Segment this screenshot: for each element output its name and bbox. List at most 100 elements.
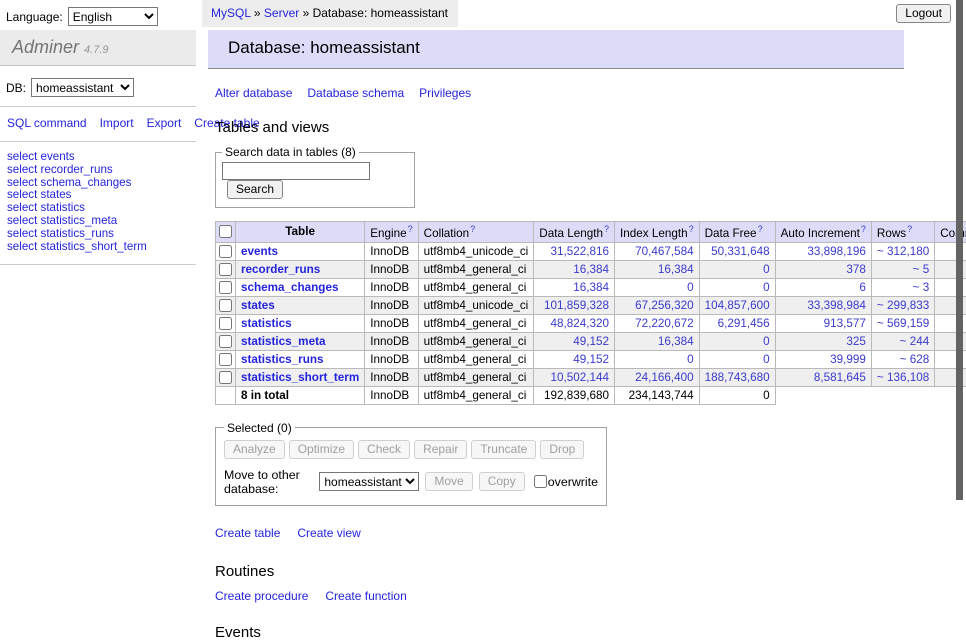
routine-link-create-procedure[interactable]: Create procedure	[215, 589, 308, 603]
db-select[interactable]: homeassistant	[31, 78, 134, 97]
language-label: Language:	[6, 10, 63, 24]
table-link-states[interactable]: states	[41, 188, 72, 201]
engine-cell: InnoDB	[365, 350, 418, 368]
routine-link-create-function[interactable]: Create function	[325, 589, 406, 603]
select-all-checkbox[interactable]	[219, 225, 232, 238]
table-name-cell: schema_changes	[236, 278, 365, 296]
table-link-statistics-meta[interactable]: statistics_meta	[41, 214, 118, 227]
auto-increment-cell: 33,898,196	[775, 242, 871, 260]
move-button[interactable]: Move	[425, 472, 472, 491]
column-label: Auto Increment	[781, 227, 860, 240]
table-link-statistics[interactable]: statistics	[41, 201, 85, 214]
main-content: Database: homeassistant Alter databaseDa…	[208, 30, 904, 641]
help-link[interactable]: ?	[604, 224, 609, 234]
select-link-statistics-meta[interactable]: select	[7, 214, 37, 227]
truncate-button[interactable]: Truncate	[471, 440, 536, 459]
table-name-link[interactable]: statistics_runs	[241, 353, 324, 366]
column-label: Collation	[424, 227, 469, 240]
help-link[interactable]: ?	[470, 224, 475, 234]
select-link-events[interactable]: select	[7, 150, 37, 163]
table-row-schema-changes: schema_changesInnoDButf8mb4_general_ci16…	[216, 278, 966, 296]
rows-cell: ~ 136,108	[871, 368, 934, 386]
table-link-events[interactable]: events	[41, 150, 75, 163]
table-name-link[interactable]: statistics	[241, 317, 292, 330]
help-link[interactable]: ?	[861, 224, 866, 234]
table-row-statistics-short-term: statistics_short_termInnoDButf8mb4_gener…	[216, 368, 966, 386]
table-name-link[interactable]: states	[241, 299, 275, 312]
table-row-states: statesInnoDButf8mb4_unicode_ci101,859,32…	[216, 296, 966, 314]
data-length-cell: 49,152	[534, 332, 615, 350]
table-link-statistics-runs[interactable]: statistics_runs	[41, 227, 114, 240]
db-link-alter-database[interactable]: Alter database	[215, 86, 292, 100]
analyze-button[interactable]: Analyze	[224, 440, 285, 459]
table-row-events: eventsInnoDButf8mb4_unicode_ci31,522,816…	[216, 242, 966, 260]
data-length-cell: 49,152	[534, 350, 615, 368]
row-checkbox[interactable]	[219, 353, 232, 366]
help-link[interactable]: ?	[689, 224, 694, 234]
select-link-states[interactable]: select	[7, 188, 37, 201]
auto-increment-cell: 325	[775, 332, 871, 350]
drop-button[interactable]: Drop	[540, 440, 584, 459]
row-checkbox[interactable]	[219, 299, 232, 312]
breadcrumb-link-mysql[interactable]: MySQL	[211, 6, 251, 20]
row-checkbox[interactable]	[219, 263, 232, 276]
table-name-link[interactable]: events	[241, 245, 278, 258]
move-db-select[interactable]: homeassistant	[319, 472, 419, 491]
move-label: Move to other database:	[224, 468, 313, 496]
total-data-length-cell: 192,839,680	[534, 386, 615, 404]
create-link-create-table[interactable]: Create table	[215, 526, 280, 540]
table-row-statistics-meta: statistics_metaInnoDButf8mb4_general_ci4…	[216, 332, 966, 350]
db-link-database-schema[interactable]: Database schema	[307, 86, 404, 100]
index-length-cell: 67,256,320	[614, 296, 699, 314]
engine-cell: InnoDB	[365, 242, 418, 260]
help-link[interactable]: ?	[758, 224, 763, 234]
language-select[interactable]: English	[68, 7, 158, 26]
select-link-statistics-short-term[interactable]: select	[7, 240, 37, 253]
optimize-button[interactable]: Optimize	[289, 440, 354, 459]
table-link-schema-changes[interactable]: schema_changes	[41, 176, 132, 189]
select-link-statistics-runs[interactable]: select	[7, 227, 37, 240]
repair-button[interactable]: Repair	[414, 440, 467, 459]
table-name-link[interactable]: recorder_runs	[241, 263, 320, 276]
table-name-link[interactable]: statistics_short_term	[241, 371, 359, 384]
rows-cell: ~ 628	[871, 350, 934, 368]
breadcrumb-link-server[interactable]: Server	[264, 6, 299, 20]
table-link-statistics-short-term[interactable]: statistics_short_term	[41, 240, 147, 253]
help-link[interactable]: ?	[408, 224, 413, 234]
vertical-scrollbar-thumb[interactable]	[956, 0, 963, 500]
select-link-recorder-runs[interactable]: select	[7, 163, 37, 176]
tables-section-title: Tables and views	[215, 119, 904, 136]
sidebar-action-sql-command[interactable]: SQL command	[7, 116, 87, 130]
create-link-create-view[interactable]: Create view	[297, 526, 360, 540]
row-checkbox[interactable]	[219, 371, 232, 384]
breadcrumb-current: Database: homeassistant	[313, 6, 448, 20]
search-button[interactable]: Search	[227, 180, 283, 199]
table-name-link[interactable]: schema_changes	[241, 281, 338, 294]
overwrite-checkbox[interactable]	[534, 475, 547, 488]
column-header-data-free: Data Free?	[699, 222, 775, 243]
total-engine-cell: InnoDB	[365, 386, 418, 404]
help-link[interactable]: ?	[907, 224, 912, 234]
table-name-link[interactable]: statistics_meta	[241, 335, 325, 348]
search-input[interactable]	[222, 162, 370, 180]
auto-increment-cell: 33,398,984	[775, 296, 871, 314]
sidebar-action-import[interactable]: Import	[100, 116, 134, 130]
row-checkbox[interactable]	[219, 281, 232, 294]
row-checkbox[interactable]	[219, 317, 232, 330]
db-link-privileges[interactable]: Privileges	[419, 86, 471, 100]
row-checkbox-cell	[216, 260, 236, 278]
sidebar-actions: SQL commandImportExportCreate table	[0, 107, 172, 141]
column-label: Rows	[877, 227, 906, 240]
row-checkbox[interactable]	[219, 245, 232, 258]
check-button[interactable]: Check	[358, 440, 410, 459]
copy-button[interactable]: Copy	[479, 472, 525, 491]
data-free-cell: 104,857,600	[699, 296, 775, 314]
total-collation-cell: utf8mb4_general_ci	[418, 386, 534, 404]
logout-button[interactable]: Logout	[896, 4, 951, 23]
select-link-statistics[interactable]: select	[7, 201, 37, 214]
table-link-recorder-runs[interactable]: recorder_runs	[41, 163, 113, 176]
sidebar-action-export[interactable]: Export	[147, 116, 182, 130]
row-checkbox[interactable]	[219, 335, 232, 348]
column-label: Engine	[370, 227, 406, 240]
select-link-schema-changes[interactable]: select	[7, 176, 37, 189]
